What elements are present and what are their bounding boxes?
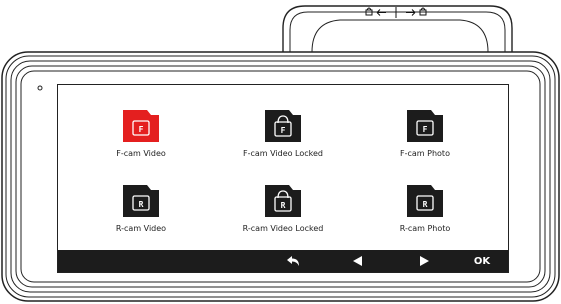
menu-item-label: R-cam Photo — [399, 224, 451, 233]
menu-item-label: F-cam Video Locked — [242, 149, 324, 158]
folder-locked-icon: F — [265, 110, 301, 142]
menu-item-fcam-video[interactable]: F F-cam Video — [66, 90, 216, 170]
menu-item-rcam-photo[interactable]: R R-cam Photo — [350, 165, 500, 245]
svg-text:F: F — [281, 126, 286, 135]
menu-item-fcam-photo[interactable]: F F-cam Photo — [350, 90, 500, 170]
screen: F F-cam Video F F-cam Video Locked F F-c… — [58, 85, 508, 272]
return-arrow-icon — [287, 256, 299, 266]
file-category-grid: F F-cam Video F F-cam Video Locked F F-c… — [58, 85, 508, 247]
triangle-left-icon — [353, 256, 362, 266]
menu-item-label: R-cam Video Locked — [242, 224, 324, 233]
folder-video-icon: F — [123, 110, 159, 142]
menu-item-rcam-video-locked[interactable]: R R-cam Video Locked — [208, 165, 358, 245]
back-button[interactable] — [276, 250, 312, 272]
triangle-right-icon — [420, 256, 429, 266]
menu-item-label: F-cam Photo — [400, 149, 450, 158]
previous-button[interactable] — [340, 250, 376, 272]
svg-text:R: R — [139, 200, 144, 209]
svg-text:F: F — [139, 125, 144, 134]
svg-text:F: F — [423, 125, 428, 134]
next-button[interactable] — [406, 250, 442, 272]
svg-text:R: R — [423, 200, 428, 209]
bottom-toolbar: OK — [58, 250, 508, 272]
folder-photo-icon: F — [407, 110, 443, 142]
menu-item-rcam-video[interactable]: R R-cam Video — [66, 165, 216, 245]
svg-text:R: R — [281, 201, 286, 210]
folder-photo-icon: R — [407, 185, 443, 217]
folder-video-icon: R — [123, 185, 159, 217]
menu-item-label: F-cam Video — [116, 149, 166, 158]
ok-button[interactable]: OK — [464, 250, 500, 272]
menu-item-fcam-video-locked[interactable]: F F-cam Video Locked — [208, 90, 358, 170]
folder-locked-icon: R — [265, 185, 301, 217]
menu-item-label: R-cam Video — [115, 224, 167, 233]
